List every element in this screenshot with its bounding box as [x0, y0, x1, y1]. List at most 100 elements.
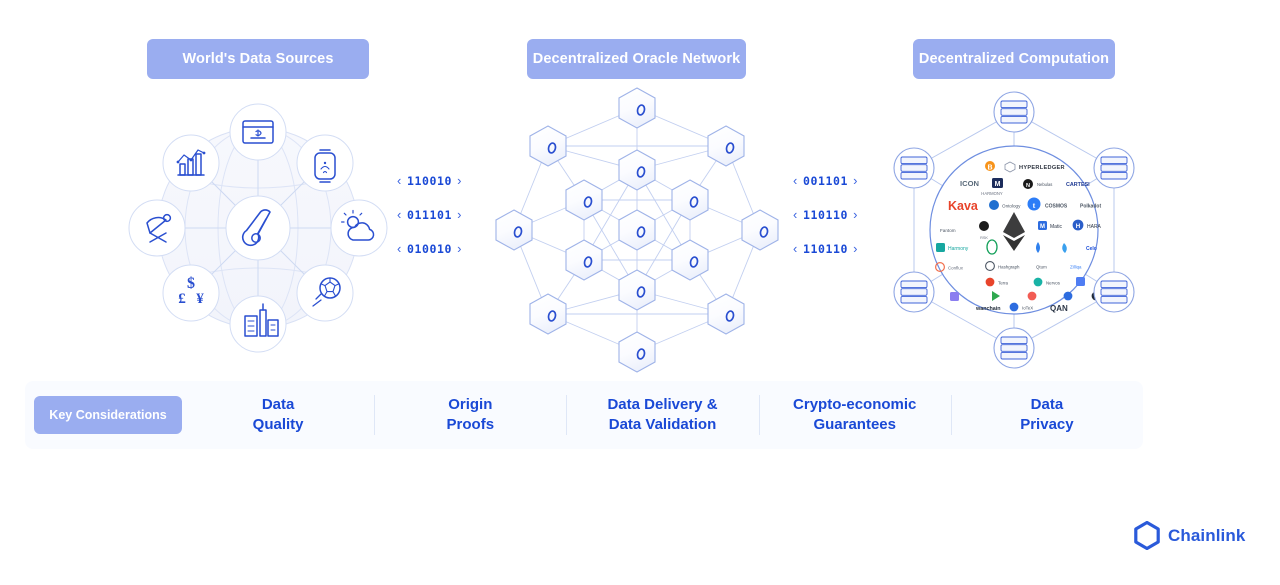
bit-value: 110010	[406, 173, 453, 188]
bit-row: ‹ 110110 ›	[793, 241, 858, 256]
consideration-line-1: Crypto-economic	[793, 396, 917, 414]
svg-text:HYPERLEDGER: HYPERLEDGER	[1019, 165, 1065, 171]
svg-text:Harmony: Harmony	[948, 246, 969, 252]
svg-text:ICON: ICON	[960, 179, 979, 188]
consideration-item-data-quality: Data Quality	[182, 393, 374, 437]
oracle-hex-node-icon	[618, 87, 656, 129]
svg-text:QAN: QAN	[1050, 304, 1068, 313]
svg-text:Qtum: Qtum	[1036, 265, 1047, 270]
server-stack-icon	[893, 271, 935, 313]
svg-text:Celo: Celo	[1086, 246, 1097, 252]
bit-row: ‹ 010010 ›	[397, 241, 462, 256]
chevron-right-icon: ›	[853, 241, 859, 256]
chevron-right-icon: ›	[457, 207, 463, 222]
oracle-hex-node-icon	[618, 149, 656, 191]
svg-text:Conflux: Conflux	[948, 266, 964, 271]
consideration-item-data-delivery-validation: Data Delivery & Data Validation	[566, 393, 758, 437]
svg-text:t: t	[1033, 201, 1036, 210]
chainlink-wordmark: Chainlink	[1168, 525, 1246, 545]
oracle-hex-node-icon	[671, 239, 709, 281]
chainlink-logo: Chainlink	[1134, 521, 1245, 550]
consideration-item-data-privacy: Data Privacy	[950, 393, 1143, 437]
consideration-line-2: Privacy	[1020, 416, 1074, 433]
svg-text:Hashgraph: Hashgraph	[998, 265, 1020, 270]
svg-text:HARMONY: HARMONY	[981, 191, 1003, 196]
consideration-item-origin-proofs: Origin Proofs	[374, 393, 566, 437]
svg-text:$: $	[187, 275, 195, 292]
diagram-canvas: World's Data Sources Decentralized Oracl…	[0, 0, 1280, 585]
oracle-hex-node-icon	[565, 179, 603, 221]
bit-value: 110110	[802, 207, 849, 222]
svg-text:Nervos: Nervos	[1046, 281, 1061, 286]
svg-text:Kava: Kava	[948, 199, 979, 213]
svg-text:wanchain: wanchain	[975, 306, 1001, 312]
consideration-line-1: Data	[1030, 396, 1064, 414]
svg-text:IoTeX: IoTeX	[1022, 306, 1033, 311]
bit-row: ‹ 011101 ›	[397, 207, 462, 222]
world-data-sources-graphic: $ £ ¥	[125, 92, 391, 364]
source-node-circles	[128, 103, 388, 353]
bit-value: 001101	[802, 173, 849, 188]
column-header-oracle-network: Decentralized Oracle Network	[527, 39, 746, 79]
chevron-left-icon: ‹	[397, 173, 402, 188]
bit-row: ‹ 110110 ›	[793, 207, 858, 222]
svg-text:CARTESI: CARTESI	[1066, 182, 1090, 188]
oracle-hex-node-icon	[707, 293, 745, 335]
svg-text:Matic: Matic	[1050, 224, 1062, 230]
chevron-left-icon: ‹	[793, 207, 798, 222]
svg-text:¥: ¥	[196, 291, 204, 307]
svg-text:H: H	[1076, 223, 1081, 230]
oracle-hex-node-icon	[529, 125, 567, 167]
consideration-list: Data Quality Origin Proofs Data Delivery…	[182, 381, 1143, 449]
oracle-hex-node-icon	[618, 269, 656, 311]
column-header-computation: Decentralized Computation	[913, 39, 1115, 79]
svg-text:£: £	[178, 291, 186, 307]
svg-text:Ontology: Ontology	[1002, 204, 1021, 209]
consideration-line-2: Quality	[252, 416, 304, 433]
server-stack-icon	[1093, 147, 1135, 189]
bit-value: 010010	[406, 241, 453, 256]
consideration-line-1: Data	[261, 396, 295, 414]
svg-text:B: B	[987, 165, 992, 172]
decentralized-oracle-network-graphic	[492, 86, 782, 374]
oracle-hex-node-icon	[618, 209, 656, 251]
oracle-hex-node-icon	[671, 179, 709, 221]
decentralized-computation-graphic: B HYPERLEDGER ICON M HARMONY N Nebulas C…	[888, 86, 1140, 374]
consideration-line-2: Proofs	[446, 416, 495, 433]
server-stack-icon	[993, 327, 1035, 369]
svg-text:M: M	[995, 181, 1001, 188]
svg-text:Terra: Terra	[998, 281, 1009, 286]
consideration-line-2: Data Validation	[608, 416, 717, 433]
oracle-hex-node-icon	[741, 209, 779, 251]
oracle-hex-node-icon	[707, 125, 745, 167]
svg-text:HARA: HARA	[1087, 224, 1102, 230]
chevron-left-icon: ‹	[397, 207, 402, 222]
chevron-left-icon: ‹	[397, 241, 402, 256]
bit-value: 110110	[802, 241, 849, 256]
consideration-line-1: Data Delivery &	[607, 396, 718, 414]
chevron-right-icon: ›	[457, 173, 463, 188]
chevron-right-icon: ›	[853, 173, 859, 188]
svg-text:N: N	[1026, 183, 1030, 189]
bit-value: 011101	[406, 207, 453, 222]
svg-text:Polkadot: Polkadot	[1080, 204, 1101, 210]
server-stack-icon	[893, 147, 935, 189]
data-stream-left: ‹ 110010 › ‹ 011101 › ‹ 010010 ›	[397, 173, 462, 256]
oracle-hex-node-icon	[495, 209, 533, 251]
key-considerations-bar: Key Considerations Data Quality Origin P…	[25, 381, 1143, 449]
chevron-left-icon: ‹	[793, 173, 798, 188]
bit-row: ‹ 110010 ›	[397, 173, 462, 188]
chevron-right-icon: ›	[853, 207, 859, 222]
svg-text:M: M	[1040, 224, 1045, 230]
oracle-hex-node-icon	[618, 331, 656, 373]
oracle-hex-node-icon	[565, 239, 603, 281]
svg-text:Zilliqa: Zilliqa	[1070, 265, 1082, 270]
server-stack-icon	[1093, 271, 1135, 313]
column-header-data-sources: World's Data Sources	[147, 39, 369, 79]
data-stream-right: ‹ 001101 › ‹ 110110 › ‹ 110110 ›	[793, 173, 858, 256]
svg-text:COSMOS: COSMOS	[1045, 204, 1068, 210]
svg-text:RSK: RSK	[980, 236, 988, 240]
chevron-right-icon: ›	[457, 241, 463, 256]
oracle-hex-node-icon	[529, 293, 567, 335]
svg-text:Nebulas: Nebulas	[1037, 182, 1052, 187]
